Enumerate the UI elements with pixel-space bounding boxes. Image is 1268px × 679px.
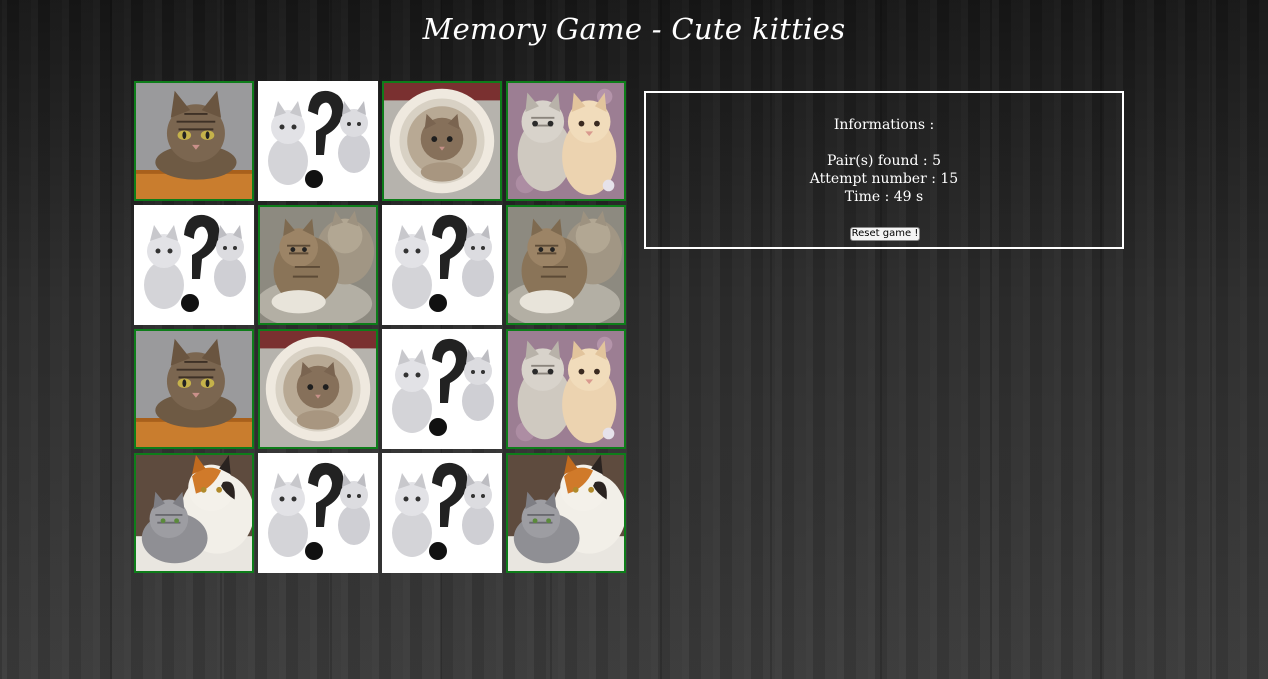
info-heading: Informations : (833, 117, 935, 133)
card-revealed[interactable] (134, 81, 254, 201)
question-mark-kittens-image (258, 81, 378, 201)
card-revealed[interactable] (382, 81, 502, 201)
kitten-in-cup-image (384, 83, 500, 199)
game-board (134, 81, 626, 573)
question-mark-kittens-image (382, 329, 502, 449)
card-revealed[interactable] (134, 453, 254, 573)
kitten-in-cup-image (260, 331, 376, 447)
card-revealed[interactable] (134, 329, 254, 449)
card-hidden[interactable] (382, 453, 502, 573)
reset-game-button[interactable]: Reset game ! (850, 227, 920, 241)
tabby-cat-on-table-image (136, 331, 252, 447)
card-revealed[interactable] (506, 329, 626, 449)
tabby-cat-on-table-image (136, 83, 252, 199)
question-mark-kittens-image (134, 205, 254, 325)
two-kittens-pink-blanket-image (508, 83, 624, 199)
card-hidden[interactable] (134, 205, 254, 325)
question-mark-kittens-image (382, 205, 502, 325)
two-kittens-pink-blanket-image (508, 331, 624, 447)
question-mark-kittens-image (382, 453, 502, 573)
page-title: Memory Game - Cute kitties (422, 12, 846, 46)
card-revealed[interactable] (506, 81, 626, 201)
card-hidden[interactable] (382, 329, 502, 449)
attempt-number-text: Attempt number : 15 (809, 171, 959, 187)
card-hidden[interactable] (258, 453, 378, 573)
card-revealed[interactable] (258, 205, 378, 325)
card-hidden[interactable] (258, 81, 378, 201)
card-revealed[interactable] (506, 205, 626, 325)
kittens-cuddling-image (508, 207, 624, 323)
info-panel: Informations : Pair(s) found : 5 Attempt… (644, 91, 1124, 249)
calico-and-grey-kittens-image (136, 455, 252, 571)
pairs-found-text: Pair(s) found : 5 (827, 153, 941, 169)
card-revealed[interactable] (258, 329, 378, 449)
card-revealed[interactable] (506, 453, 626, 573)
question-mark-kittens-image (258, 453, 378, 573)
calico-and-grey-kittens-image (508, 455, 624, 571)
kittens-cuddling-image (260, 207, 376, 323)
time-text: Time : 49 s (844, 189, 924, 205)
card-hidden[interactable] (382, 205, 502, 325)
